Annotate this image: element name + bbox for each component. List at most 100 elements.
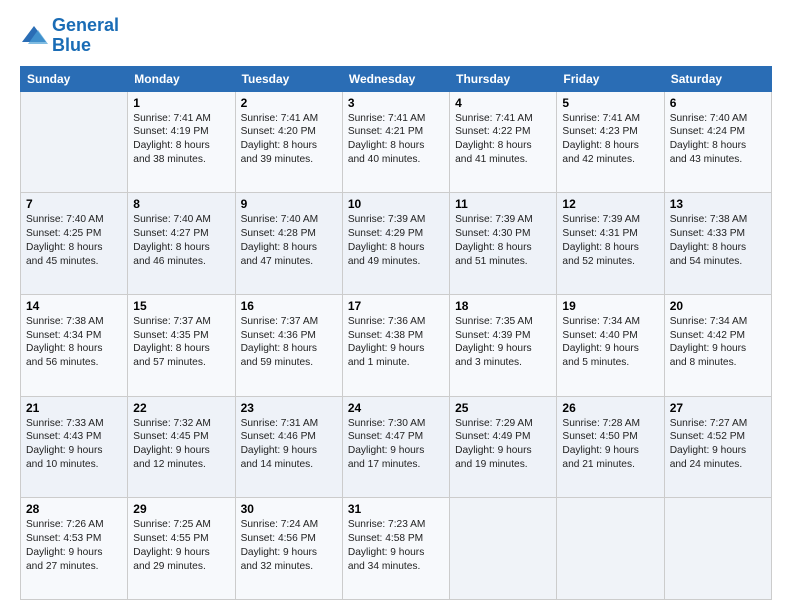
- week-row-5: 28 Sunrise: 7:26 AMSunset: 4:53 PMDayligh…: [21, 498, 772, 600]
- calendar-cell: 25Sunrise: 7:29 AMSunset: 4:49 PMDayligh…: [450, 396, 557, 498]
- day-number: 20: [670, 299, 766, 313]
- day-info: Sunrise: 7:41 AMSunset: 4:23 PMDaylight:…: [562, 112, 658, 167]
- logo-text: General Blue: [52, 16, 119, 56]
- day-number: 15: [133, 299, 229, 313]
- calendar-cell: 27 Sunrise: 7:27 AMSunset: 4:52 PMDayligh…: [664, 396, 771, 498]
- day-info: Sunrise: 7:23 AMSunset: 4:58 PMDaylight:…: [348, 518, 444, 573]
- day-number: 17: [348, 299, 444, 313]
- calendar-cell: 9 Sunrise: 7:40 AMSunset: 4:28 PMDaylight…: [235, 193, 342, 295]
- day-number: 28: [26, 502, 122, 516]
- day-number: 16: [241, 299, 337, 313]
- day-number: 14: [26, 299, 122, 313]
- day-number: 7: [26, 197, 122, 211]
- calendar-cell: 30Sunrise: 7:24 AMSunset: 4:56 PMDayligh…: [235, 498, 342, 600]
- weekday-header-tuesday: Tuesday: [235, 66, 342, 91]
- day-number: 12: [562, 197, 658, 211]
- day-info: Sunrise: 7:24 AMSunset: 4:56 PMDaylight:…: [241, 518, 337, 573]
- calendar-cell: 4Sunrise: 7:41 AMSunset: 4:22 PMDaylight…: [450, 91, 557, 193]
- day-info: Sunrise: 7:36 AMSunset: 4:38 PMDaylight:…: [348, 315, 444, 370]
- day-number: 2: [241, 96, 337, 110]
- day-number: 23: [241, 401, 337, 415]
- day-info: Sunrise: 7:30 AMSunset: 4:47 PMDaylight:…: [348, 417, 444, 472]
- calendar-cell: 14 Sunrise: 7:38 AMSunset: 4:34 PMDayligh…: [21, 294, 128, 396]
- calendar-cell: [557, 498, 664, 600]
- day-info: Sunrise: 7:40 AMSunset: 4:25 PMDaylight:…: [26, 213, 122, 268]
- day-info: Sunrise: 7:28 AMSunset: 4:50 PMDaylight:…: [562, 417, 658, 472]
- calendar-cell: 2Sunrise: 7:41 AMSunset: 4:20 PMDaylight…: [235, 91, 342, 193]
- day-info: Sunrise: 7:37 AMSunset: 4:36 PMDaylight:…: [241, 315, 337, 370]
- calendar-cell: 6 Sunrise: 7:40 AMSunset: 4:24 PMDaylight…: [664, 91, 771, 193]
- week-row-4: 21Sunrise: 7:33 AMSunset: 4:43 PMDayligh…: [21, 396, 772, 498]
- calendar-cell: 22 Sunrise: 7:32 AMSunset: 4:45 PMDayligh…: [128, 396, 235, 498]
- day-number: 13: [670, 197, 766, 211]
- day-info: Sunrise: 7:33 AMSunset: 4:43 PMDaylight:…: [26, 417, 122, 472]
- day-info: Sunrise: 7:40 AMSunset: 4:24 PMDaylight:…: [670, 112, 766, 167]
- calendar-cell: 16 Sunrise: 7:37 AMSunset: 4:36 PMDayligh…: [235, 294, 342, 396]
- calendar-table: SundayMondayTuesdayWednesdayThursdayFrid…: [20, 66, 772, 600]
- day-info: Sunrise: 7:25 AMSunset: 4:55 PMDaylight:…: [133, 518, 229, 573]
- day-info: Sunrise: 7:40 AMSunset: 4:27 PMDaylight:…: [133, 213, 229, 268]
- day-info: Sunrise: 7:34 AMSunset: 4:42 PMDaylight:…: [670, 315, 766, 370]
- day-number: 8: [133, 197, 229, 211]
- weekday-header-friday: Friday: [557, 66, 664, 91]
- day-info: Sunrise: 7:41 AMSunset: 4:21 PMDaylight:…: [348, 112, 444, 167]
- weekday-header-sunday: Sunday: [21, 66, 128, 91]
- calendar-cell: 1 Sunrise: 7:41 AMSunset: 4:19 PMDaylight…: [128, 91, 235, 193]
- calendar-cell: 31 Sunrise: 7:23 AMSunset: 4:58 PMDayligh…: [342, 498, 449, 600]
- calendar-cell: 11Sunrise: 7:39 AMSunset: 4:30 PMDayligh…: [450, 193, 557, 295]
- day-info: Sunrise: 7:27 AMSunset: 4:52 PMDaylight:…: [670, 417, 766, 472]
- page: General Blue SundayMondayTuesdayWednesda…: [0, 0, 792, 612]
- calendar-cell: 13 Sunrise: 7:38 AMSunset: 4:33 PMDayligh…: [664, 193, 771, 295]
- day-info: Sunrise: 7:40 AMSunset: 4:28 PMDaylight:…: [241, 213, 337, 268]
- day-number: 9: [241, 197, 337, 211]
- calendar-cell: 26 Sunrise: 7:28 AMSunset: 4:50 PMDayligh…: [557, 396, 664, 498]
- day-number: 26: [562, 401, 658, 415]
- day-number: 31: [348, 502, 444, 516]
- day-number: 22: [133, 401, 229, 415]
- calendar-cell: 3 Sunrise: 7:41 AMSunset: 4:21 PMDaylight…: [342, 91, 449, 193]
- calendar-cell: 24 Sunrise: 7:30 AMSunset: 4:47 PMDayligh…: [342, 396, 449, 498]
- calendar-cell: 8 Sunrise: 7:40 AMSunset: 4:27 PMDaylight…: [128, 193, 235, 295]
- day-number: 4: [455, 96, 551, 110]
- day-number: 18: [455, 299, 551, 313]
- day-number: 5: [562, 96, 658, 110]
- day-number: 6: [670, 96, 766, 110]
- day-info: Sunrise: 7:39 AMSunset: 4:31 PMDaylight:…: [562, 213, 658, 268]
- calendar-cell: [450, 498, 557, 600]
- week-row-2: 7 Sunrise: 7:40 AMSunset: 4:25 PMDaylight…: [21, 193, 772, 295]
- logo-icon: [20, 22, 48, 50]
- day-number: 24: [348, 401, 444, 415]
- calendar-cell: 21Sunrise: 7:33 AMSunset: 4:43 PMDayligh…: [21, 396, 128, 498]
- day-info: Sunrise: 7:32 AMSunset: 4:45 PMDaylight:…: [133, 417, 229, 472]
- week-row-1: 1 Sunrise: 7:41 AMSunset: 4:19 PMDaylight…: [21, 91, 772, 193]
- day-info: Sunrise: 7:38 AMSunset: 4:33 PMDaylight:…: [670, 213, 766, 268]
- calendar-cell: 5 Sunrise: 7:41 AMSunset: 4:23 PMDaylight…: [557, 91, 664, 193]
- week-row-3: 14 Sunrise: 7:38 AMSunset: 4:34 PMDayligh…: [21, 294, 772, 396]
- day-info: Sunrise: 7:38 AMSunset: 4:34 PMDaylight:…: [26, 315, 122, 370]
- calendar-cell: 28 Sunrise: 7:26 AMSunset: 4:53 PMDayligh…: [21, 498, 128, 600]
- day-info: Sunrise: 7:26 AMSunset: 4:53 PMDaylight:…: [26, 518, 122, 573]
- day-info: Sunrise: 7:39 AMSunset: 4:29 PMDaylight:…: [348, 213, 444, 268]
- calendar-cell: 19Sunrise: 7:34 AMSunset: 4:40 PMDayligh…: [557, 294, 664, 396]
- day-number: 19: [562, 299, 658, 313]
- calendar-cell: 7 Sunrise: 7:40 AMSunset: 4:25 PMDaylight…: [21, 193, 128, 295]
- day-info: Sunrise: 7:41 AMSunset: 4:19 PMDaylight:…: [133, 112, 229, 167]
- day-info: Sunrise: 7:31 AMSunset: 4:46 PMDaylight:…: [241, 417, 337, 472]
- logo: General Blue: [20, 16, 119, 56]
- calendar-cell: [664, 498, 771, 600]
- day-number: 10: [348, 197, 444, 211]
- calendar-cell: 17 Sunrise: 7:36 AMSunset: 4:38 PMDayligh…: [342, 294, 449, 396]
- calendar-cell: 18Sunrise: 7:35 AMSunset: 4:39 PMDayligh…: [450, 294, 557, 396]
- calendar-cell: 15 Sunrise: 7:37 AMSunset: 4:35 PMDayligh…: [128, 294, 235, 396]
- calendar-cell: 10 Sunrise: 7:39 AMSunset: 4:29 PMDayligh…: [342, 193, 449, 295]
- weekday-header-row: SundayMondayTuesdayWednesdayThursdayFrid…: [21, 66, 772, 91]
- day-number: 29: [133, 502, 229, 516]
- day-number: 11: [455, 197, 551, 211]
- day-info: Sunrise: 7:37 AMSunset: 4:35 PMDaylight:…: [133, 315, 229, 370]
- calendar-cell: 12 Sunrise: 7:39 AMSunset: 4:31 PMDayligh…: [557, 193, 664, 295]
- calendar-cell: [21, 91, 128, 193]
- day-number: 27: [670, 401, 766, 415]
- day-number: 3: [348, 96, 444, 110]
- day-number: 1: [133, 96, 229, 110]
- header: General Blue: [20, 16, 772, 56]
